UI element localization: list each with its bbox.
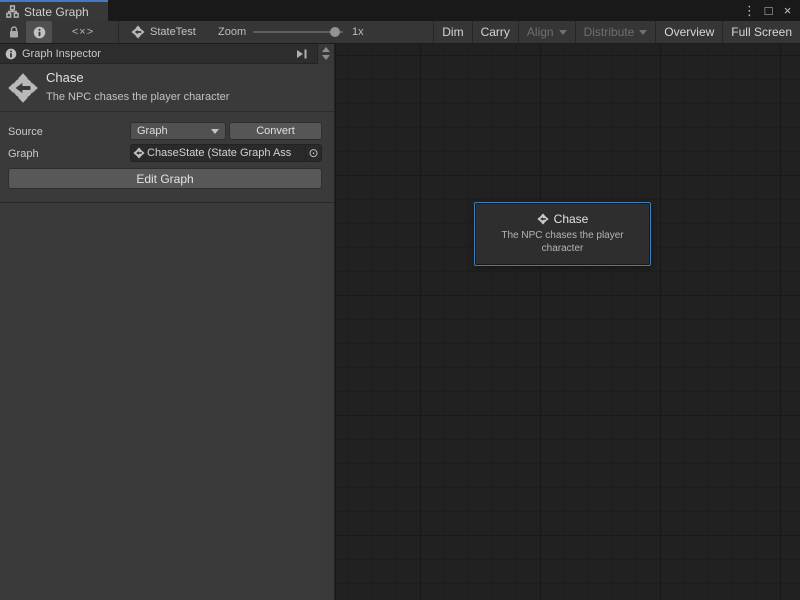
align-label: Align <box>527 25 554 39</box>
chevron-down-icon <box>211 129 219 134</box>
toolbar-right-buttons: Dim Carry Align Distribute Overview Full… <box>433 21 800 43</box>
source-dropdown[interactable]: Graph <box>130 122 226 140</box>
code-preview-button[interactable]: <×> <box>66 21 100 43</box>
convert-button[interactable]: Convert <box>229 122 322 140</box>
maximize-icon[interactable]: □ <box>760 2 777 20</box>
scroll-down-icon[interactable] <box>322 55 330 60</box>
info-icon <box>5 48 17 60</box>
chase-state-node[interactable]: Chase The NPC chases the player characte… <box>474 202 651 266</box>
state-graph-icon <box>7 72 39 104</box>
edit-graph-label: Edit Graph <box>136 172 193 186</box>
source-dropdown-value: Graph <box>137 125 168 137</box>
carry-label: Carry <box>481 25 510 39</box>
node-title: Chase <box>554 212 589 226</box>
distribute-label: Distribute <box>584 25 635 39</box>
edit-graph-button[interactable]: Edit Graph <box>8 168 322 189</box>
breadcrumb-label: StateTest <box>150 26 196 38</box>
full-screen-label: Full Screen <box>731 25 792 39</box>
graph-object-value: ChaseState (State Graph Ass <box>147 147 305 159</box>
dim-label: Dim <box>442 25 463 39</box>
toolbar-separator <box>118 21 119 43</box>
close-icon[interactable]: × <box>779 2 796 20</box>
graph-inspector-panel: Graph Inspector <box>0 44 335 600</box>
state-graph-icon <box>131 25 145 39</box>
graph-inspector-title: Graph Inspector <box>22 48 101 60</box>
graph-canvas[interactable]: Chase The NPC chases the player characte… <box>336 44 800 600</box>
graph-hierarchy-icon <box>6 5 19 18</box>
zoom-label: Zoom <box>218 21 246 43</box>
convert-label: Convert <box>256 125 295 137</box>
source-field-label: Source <box>8 126 43 138</box>
node-title-row: Chase <box>475 212 650 226</box>
zoom-value: 1x <box>352 21 364 43</box>
overview-label: Overview <box>664 25 714 39</box>
tab-state-graph[interactable]: State Graph <box>0 0 108 21</box>
align-button[interactable]: Align <box>518 21 575 43</box>
graph-inspector-header: Graph Inspector <box>0 44 334 64</box>
inspector-toggle-button[interactable] <box>26 21 52 43</box>
node-description: The NPC chases the player character <box>475 229 650 255</box>
tab-bar: State Graph ⋮ □ × <box>0 0 800 21</box>
window-controls: ⋮ □ × <box>741 0 796 21</box>
info-icon <box>33 26 46 39</box>
full-screen-button[interactable]: Full Screen <box>722 21 800 43</box>
state-description: The NPC chases the player character <box>46 91 229 103</box>
state-title: Chase <box>46 70 84 85</box>
dock-panel-button[interactable] <box>293 45 311 63</box>
breadcrumb[interactable]: StateTest <box>131 21 196 43</box>
lock-button[interactable] <box>4 21 24 43</box>
scroll-up-icon[interactable] <box>322 47 330 52</box>
zoom-slider-handle[interactable] <box>330 27 340 37</box>
lock-icon <box>8 26 20 39</box>
overview-button[interactable]: Overview <box>655 21 722 43</box>
chevron-down-icon <box>639 30 647 35</box>
zoom-slider[interactable] <box>253 21 343 43</box>
tab-title: State Graph <box>24 5 89 19</box>
dim-button[interactable]: Dim <box>433 21 471 43</box>
distribute-button[interactable]: Distribute <box>575 21 656 43</box>
graph-object-field[interactable]: ChaseState (State Graph Ass ⊙ <box>130 144 322 162</box>
state-header: Chase The NPC chases the player characte… <box>0 64 334 112</box>
chevron-down-icon <box>559 30 567 35</box>
carry-button[interactable]: Carry <box>472 21 518 43</box>
panel-scroll-spinner[interactable] <box>317 44 334 64</box>
more-icon[interactable]: ⋮ <box>741 2 758 20</box>
state-graph-icon <box>133 147 145 159</box>
state-graph-window: State Graph ⋮ □ × <box>0 0 800 600</box>
object-picker-icon[interactable]: ⊙ <box>305 144 321 162</box>
state-graph-icon <box>537 213 549 225</box>
graph-toolbar: <×> StateTest Zoom <box>0 21 800 44</box>
graph-field-label: Graph <box>8 148 39 160</box>
panel-divider <box>0 202 334 203</box>
code-icon: <×> <box>72 26 94 38</box>
